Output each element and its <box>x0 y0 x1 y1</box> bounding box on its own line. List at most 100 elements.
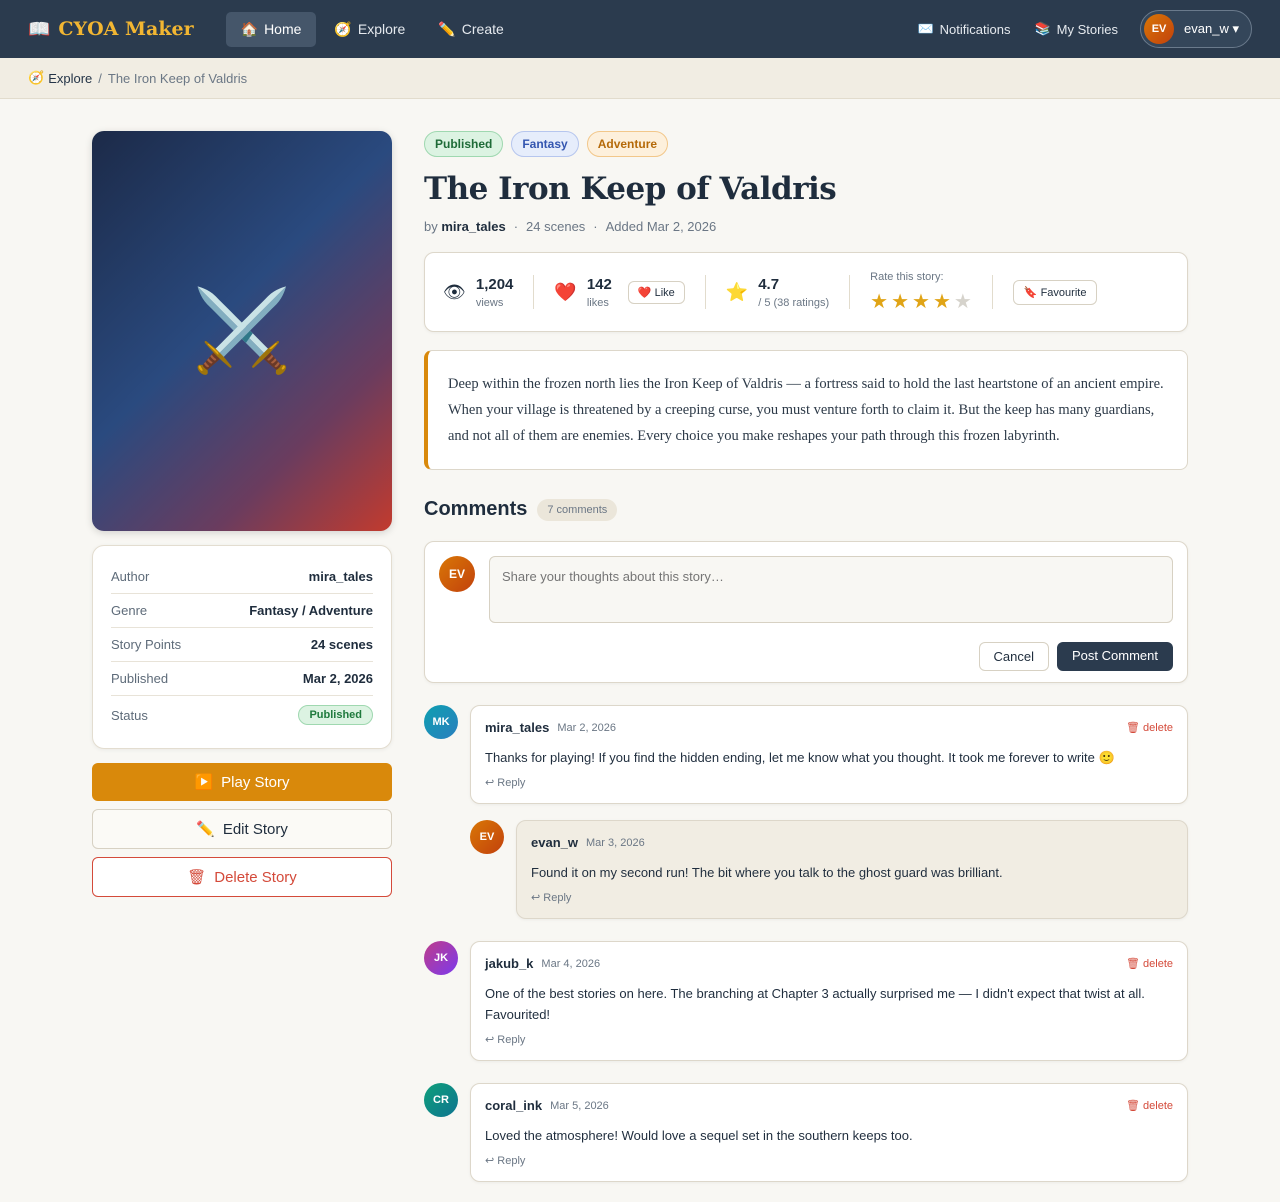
tag-fantasy[interactable]: Fantasy <box>511 131 579 157</box>
avatar: JK <box>424 941 458 975</box>
book-icon: 📖 <box>28 18 51 40</box>
comments-header: Comments 7 comments <box>424 498 1188 521</box>
story-meta: by mira_tales · 24 scenes · Added Mar 2,… <box>424 219 1188 234</box>
favourite-button[interactable]: 🔖 Favourite <box>1012 279 1098 305</box>
my-stories-label: My Stories <box>1056 21 1119 37</box>
username: evan_w ▾ <box>1184 21 1239 36</box>
comment-header: jakub_k Mar 4, 2026 🗑 delete <box>485 956 1173 971</box>
composer-body: Cancel Post Comment <box>489 556 1173 671</box>
rating-value: 4.7 <box>758 275 780 293</box>
comment-item: MK mira_tales Mar 2, 2026 🗑 delete Thank… <box>424 705 1188 804</box>
composer-actions: Cancel Post Comment <box>489 642 1173 671</box>
comment-item: JK jakub_k Mar 4, 2026 🗑 delete One of t… <box>424 941 1188 1061</box>
meta-dot: · <box>593 219 598 234</box>
breadcrumb-explore[interactable]: 🧭 Explore <box>28 70 92 86</box>
star-2-icon[interactable]: ★ <box>891 289 909 314</box>
post-comment-button[interactable]: Post Comment <box>1057 642 1173 671</box>
comment-author[interactable]: coral_ink <box>485 1098 542 1113</box>
views-label: views <box>475 296 504 309</box>
info-row-genre: Genre Fantasy / Adventure <box>111 594 373 628</box>
info-label: Genre <box>111 603 148 618</box>
delete-story-label: Delete Story <box>214 868 297 886</box>
info-label: Published <box>111 671 169 686</box>
nav-create-label: Create <box>461 21 504 37</box>
comment-item: CR coral_ink Mar 5, 2026 🗑 delete Loved … <box>424 1083 1188 1182</box>
eye-icon: 👁 <box>443 281 466 302</box>
story-cover: ⚔️ <box>92 131 392 531</box>
nav-notifications[interactable]: ✉️ Notifications <box>911 21 1016 37</box>
delete-story-button[interactable]: 🗑 Delete Story <box>92 857 392 897</box>
info-value: 24 scenes <box>310 637 373 652</box>
story-info-card: Author mira_tales Genre Fantasy / Advent… <box>92 545 392 749</box>
meta-scenes: 24 scenes <box>526 219 586 234</box>
views-count: 1,204 <box>475 275 514 293</box>
comment-composer: EV Cancel Post Comment <box>424 541 1188 683</box>
info-value: Fantasy / Adventure <box>249 603 373 618</box>
comment-input[interactable] <box>489 556 1173 623</box>
breadcrumb: 🧭 Explore / The Iron Keep of Valdris <box>0 58 1280 99</box>
comment-text: Loved the atmosphere! Would love a seque… <box>485 1128 913 1143</box>
star-rating-input: ★ ★ ★ ★ ★ <box>870 289 972 314</box>
star-4-icon[interactable]: ★ <box>933 289 951 314</box>
rating-label: / 5 (38 ratings) <box>758 296 830 309</box>
star-5-icon[interactable]: ★ <box>954 289 972 314</box>
compass-icon: 🧭 <box>334 20 352 37</box>
info-row-story-points: Story Points 24 scenes <box>111 628 373 662</box>
comment-text: One of the best stories on here. The bra… <box>485 986 1145 1022</box>
tag-adventure[interactable]: Adventure <box>586 131 669 157</box>
star-3-icon[interactable]: ★ <box>912 289 930 314</box>
envelope-icon: ✉️ <box>917 21 934 36</box>
meta-added: Added Mar 2, 2026 <box>605 219 717 234</box>
reply-button[interactable]: ↩ Reply <box>485 1154 1173 1167</box>
nav-home[interactable]: 🏠 Home <box>225 11 317 47</box>
brand-name: CYOA Maker <box>58 18 194 40</box>
delete-comment-button[interactable]: 🗑 delete <box>1126 957 1173 970</box>
meta-author[interactable]: mira_tales <box>441 219 505 234</box>
nav-my-stories[interactable]: 📚 My Stories <box>1028 21 1124 37</box>
stat-views: 👁 1,204 views <box>443 275 535 309</box>
tag-published[interactable]: Published <box>424 131 504 157</box>
reply-button[interactable]: ↩ Reply <box>485 1033 1173 1046</box>
edit-story-label: Edit Story <box>222 820 288 838</box>
breadcrumb-separator: / <box>98 70 102 86</box>
comment-author[interactable]: jakub_k <box>485 956 533 971</box>
delete-comment-button[interactable]: 🗑 delete <box>1126 721 1173 734</box>
comment-reply-item: EV evan_w Mar 3, 2026 Found it on my sec… <box>470 820 1188 919</box>
comment-date: Mar 3, 2026 <box>585 836 645 849</box>
meta-dot: · <box>513 219 519 234</box>
story-title: The Iron Keep of Valdris <box>424 171 837 207</box>
info-value: Mar 2, 2026 <box>302 671 373 686</box>
comment-date: Mar 2, 2026 <box>557 721 617 734</box>
play-story-button[interactable]: ▶️ Play Story <box>92 763 392 801</box>
stat-favourite: 🔖 Favourite <box>1012 275 1118 309</box>
user-menu[interactable]: EV evan_w ▾ <box>1140 10 1252 48</box>
likes-label: likes <box>586 296 609 309</box>
stat-rating: ⭐ 4.7 / 5 (38 ratings) <box>726 275 851 309</box>
edit-story-button[interactable]: ✏️ Edit Story <box>92 809 392 849</box>
comment-card: mira_tales Mar 2, 2026 🗑 delete Thanks f… <box>470 705 1188 804</box>
comment-author[interactable]: mira_tales <box>485 720 549 735</box>
stat-rate: Rate this story: ★ ★ ★ ★ ★ <box>870 271 993 313</box>
main-content: ⚔️ Author mira_tales Genre Fantasy / Adv… <box>0 99 1280 1182</box>
play-icon: ▶️ <box>194 774 214 791</box>
nav-explore[interactable]: 🧭 Explore <box>319 12 420 47</box>
info-label: Story Points <box>111 637 182 652</box>
info-row-author: Author mira_tales <box>111 560 373 594</box>
star-1-icon[interactable]: ★ <box>870 289 888 314</box>
home-icon: 🏠 <box>240 20 259 37</box>
comment-author[interactable]: evan_w <box>531 835 578 850</box>
reply-button[interactable]: ↩ Reply <box>485 776 1173 789</box>
compass-icon: 🧭 <box>28 70 45 85</box>
comment-header: coral_ink Mar 5, 2026 🗑 delete <box>485 1098 1173 1113</box>
breadcrumb-current: The Iron Keep of Valdris <box>107 70 248 86</box>
nav-create[interactable]: ✏️ Create <box>423 12 518 47</box>
reply-button[interactable]: ↩ Reply <box>531 891 1173 904</box>
brand-logo[interactable]: 📖 CYOA Maker <box>28 18 194 40</box>
stat-likes: ❤️ 142 likes ❤️ Like <box>554 275 706 309</box>
story-description: Deep within the frozen north lies the Ir… <box>424 350 1188 470</box>
play-story-label: Play Story <box>221 773 290 791</box>
like-button[interactable]: ❤️ Like <box>627 280 685 304</box>
delete-comment-button[interactable]: 🗑 delete <box>1126 1099 1173 1112</box>
cancel-button[interactable]: Cancel <box>978 642 1050 671</box>
rate-label: Rate this story: <box>870 270 944 283</box>
